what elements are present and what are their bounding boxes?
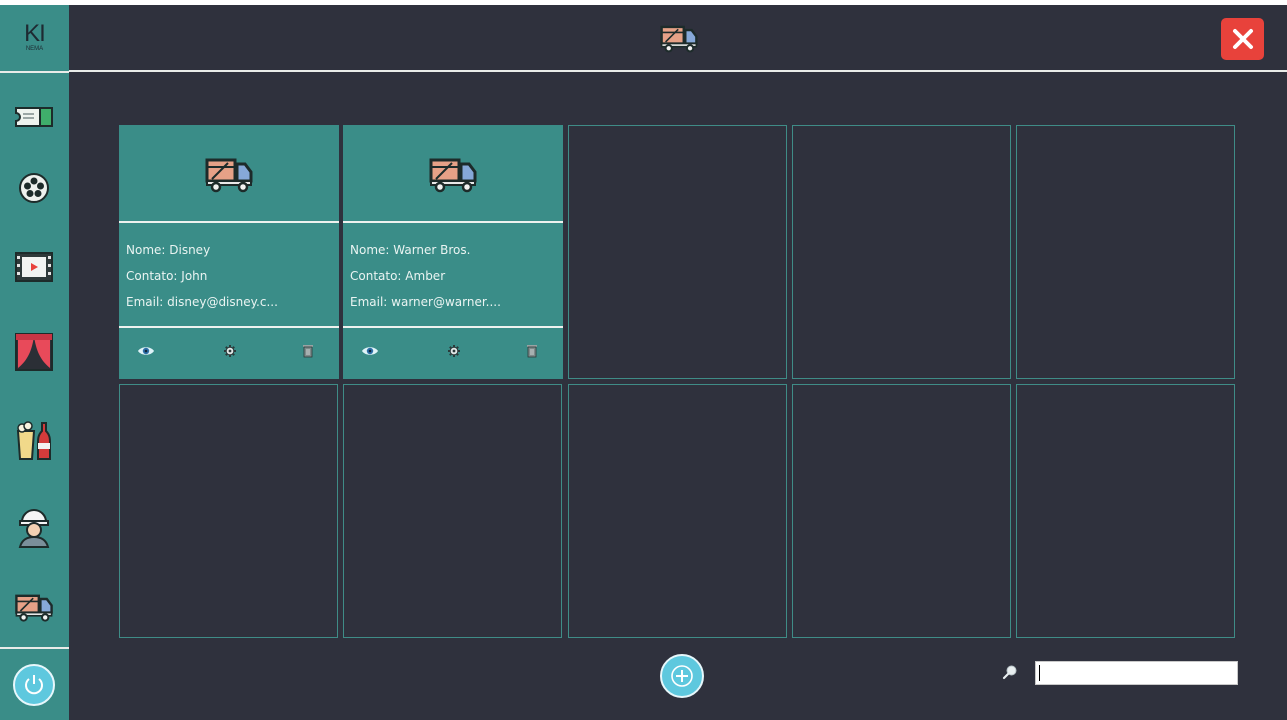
sidebar-divider-bottom	[0, 647, 69, 649]
header-bar	[69, 5, 1287, 70]
eye-icon	[362, 347, 378, 355]
edit-button[interactable]	[442, 339, 466, 363]
plus-icon	[671, 665, 693, 687]
close-icon	[1232, 29, 1253, 49]
delivery-truck-icon	[205, 158, 253, 192]
gear-icon	[448, 345, 460, 357]
logo-text: KI	[24, 20, 46, 47]
empty-slot	[568, 125, 787, 379]
card-contato: Contato: John	[126, 269, 208, 283]
logo-subtext: NEMA	[25, 46, 44, 52]
sidebar-item-employees[interactable]	[9, 503, 59, 549]
empty-slot	[792, 384, 1011, 638]
power-button[interactable]	[13, 664, 55, 706]
video-player-icon	[15, 252, 53, 282]
edit-button[interactable]	[218, 339, 242, 363]
power-icon	[25, 675, 43, 695]
distributor-card[interactable]: Nome: Disney Contato: John Email: disney…	[119, 125, 339, 379]
sidebar-item-sessions[interactable]	[9, 244, 59, 290]
empty-slot	[792, 125, 1011, 379]
sidebar-item-films[interactable]	[9, 165, 59, 211]
worker-icon	[18, 509, 50, 548]
theater-curtain-icon	[15, 333, 53, 371]
sidebar-item-snacks[interactable]	[9, 418, 59, 464]
logo: KI NEMA	[0, 5, 69, 71]
header-divider	[69, 70, 1287, 72]
add-button[interactable]	[660, 654, 704, 698]
sidebar-item-tickets[interactable]	[9, 94, 59, 140]
empty-slot	[568, 384, 787, 638]
sidebar: KI NEMA	[0, 5, 69, 720]
card-divider	[119, 326, 339, 328]
snacks-icon	[16, 421, 51, 460]
card-contato: Contato: Amber	[350, 269, 446, 283]
ticket-icon	[15, 107, 53, 127]
search-icon	[1002, 665, 1017, 680]
app-window: KI NEMA Nome: Disney Contato: John Email…	[0, 5, 1287, 720]
trash-icon	[527, 345, 537, 358]
sidebar-item-distributors[interactable]	[9, 584, 59, 630]
delivery-truck-icon	[660, 25, 698, 53]
card-header	[119, 125, 339, 222]
card-nome: Nome: Disney	[126, 243, 211, 257]
delivery-truck-icon	[15, 594, 53, 622]
distributor-card[interactable]: Nome: Warner Bros. Contato: Amber Email:…	[343, 125, 563, 379]
gear-icon	[224, 345, 236, 357]
card-email: Email: disney@disney.c...	[126, 295, 278, 309]
close-button[interactable]	[1221, 18, 1264, 60]
empty-slot	[1016, 125, 1235, 379]
delete-button[interactable]	[296, 339, 320, 363]
view-button[interactable]	[358, 339, 382, 363]
sidebar-item-rooms[interactable]	[9, 329, 59, 375]
card-divider	[343, 221, 563, 223]
card-nome: Nome: Warner Bros.	[350, 243, 471, 257]
eye-icon	[138, 347, 154, 355]
film-reel-icon	[19, 173, 49, 203]
delete-button[interactable]	[520, 339, 544, 363]
card-header	[343, 125, 563, 222]
text-cursor	[1039, 665, 1040, 681]
search-input[interactable]	[1035, 661, 1238, 685]
view-button[interactable]	[134, 339, 158, 363]
card-email: Email: warner@warner....	[350, 295, 501, 309]
sidebar-divider	[0, 71, 69, 73]
delivery-truck-icon	[429, 158, 477, 192]
card-divider	[343, 326, 563, 328]
card-divider	[119, 221, 339, 223]
trash-icon	[303, 345, 313, 358]
empty-slot	[1016, 384, 1235, 638]
empty-slot	[119, 384, 338, 638]
empty-slot	[343, 384, 562, 638]
